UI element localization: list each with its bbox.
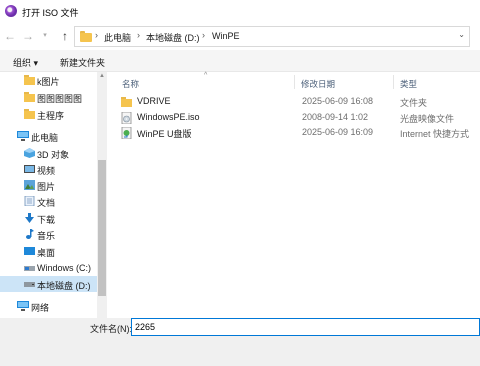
shortcut-icon [121, 126, 132, 140]
address-bar[interactable]: › 此电脑 › 本地磁盘 (D:) › WinPE ⌄ [74, 26, 470, 47]
filename-input[interactable] [131, 318, 480, 336]
music-icon [24, 229, 35, 239]
command-bar: 组织 ▾ 新建文件夹 [0, 50, 480, 72]
drive-icon [24, 263, 35, 273]
folder-icon [80, 31, 92, 42]
sidebar-item-label: 音乐 [37, 231, 56, 241]
breadcrumb-winpe[interactable]: WinPE [212, 31, 240, 41]
iso-file-icon [121, 111, 132, 125]
sidebar-item-network[interactable]: 网络 [0, 298, 97, 314]
sidebar-item-drive-d[interactable]: 本地磁盘 (D:) [0, 276, 97, 292]
sidebar-item-label: 本地磁盘 (D:) [37, 281, 91, 291]
address-dropdown-icon[interactable]: ⌄ [458, 30, 465, 39]
sidebar-item-label: 图图图图图 [37, 94, 83, 104]
sidebar-item-pictures[interactable]: 图片 [0, 177, 97, 193]
file-date: 2025-06-09 16:09 [302, 127, 374, 137]
recent-locations-button[interactable]: ▾ [38, 29, 52, 43]
back-button[interactable]: ← [3, 29, 17, 43]
sidebar-item-label: k图片 [37, 77, 60, 87]
breadcrumb-separator: › [95, 30, 98, 40]
breadcrumb-this-pc[interactable]: 此电脑 [104, 31, 131, 44]
file-date: 2025-06-09 16:08 [302, 96, 374, 106]
chevron-down-icon: ▾ [43, 32, 47, 39]
file-row[interactable]: WindowsPE.iso 2008-09-14 1:02 光盘映像文件 [116, 110, 476, 126]
desktop-icon [24, 246, 35, 256]
sidebar-item-label: 视频 [37, 166, 56, 176]
file-type: 光盘映像文件 [400, 114, 455, 124]
sort-ascending-icon: ^ [204, 72, 208, 79]
sidebar-item-label: 主程序 [37, 111, 65, 121]
scrollbar-thumb[interactable] [98, 160, 106, 296]
file-date: 2008-09-14 1:02 [302, 112, 369, 122]
arrow-right-icon: → [22, 29, 34, 43]
sidebar-item-downloads[interactable]: 下载 [0, 210, 97, 226]
navigation-pane: k图片 图图图图图 主程序 此电脑 3D 对象 视频 图片 文档 下载 音乐 桌… [0, 72, 107, 318]
sidebar-item-label: 3D 对象 [37, 150, 70, 160]
filename-panel: 文件名(N): [0, 318, 480, 366]
sidebar-item-desktop[interactable]: 桌面 [0, 243, 97, 259]
sidebar-item-documents[interactable]: 文档 [0, 193, 97, 209]
forward-button[interactable]: → [21, 29, 35, 43]
breadcrumb-separator: › [137, 30, 140, 40]
column-header-type[interactable]: 类型 [400, 78, 417, 90]
sidebar-item-label: 此电脑 [31, 133, 59, 143]
arrow-up-icon: ↑ [62, 29, 68, 43]
new-folder-button[interactable]: 新建文件夹 [60, 56, 105, 69]
file-row[interactable]: WinPE U盘版 2025-06-09 16:09 Internet 快捷方式 [116, 125, 476, 141]
drive-icon [24, 279, 35, 289]
folder-icon [24, 92, 35, 102]
folder-icon [24, 109, 35, 119]
sidebar-item-this-pc[interactable]: 此电脑 [0, 128, 97, 144]
window-title: 打开 ISO 文件 [22, 8, 79, 18]
video-icon [24, 164, 35, 174]
sidebar-scrollbar[interactable]: ▲ [97, 72, 107, 318]
organize-button[interactable]: 组织 ▾ [13, 56, 38, 69]
column-header-name[interactable]: 名称 [122, 78, 139, 90]
file-list: ^ 名称 修改日期 类型 VDRIVE 2025-06-09 16:08 文件夹… [108, 72, 480, 318]
file-row[interactable]: VDRIVE 2025-06-09 16:08 文件夹 [116, 94, 476, 110]
up-button[interactable]: ↑ [58, 29, 72, 43]
pictures-icon [24, 180, 35, 190]
sidebar-item-3d-objects[interactable]: 3D 对象 [0, 145, 97, 161]
sidebar-item-label: Windows (C:) [37, 263, 92, 273]
column-header-date[interactable]: 修改日期 [301, 78, 335, 90]
navigation-bar: ← → ▾ ↑ › 此电脑 › 本地磁盘 (D:) › WinPE ⌄ [0, 22, 480, 50]
filename-label: 文件名(N): [90, 324, 132, 334]
file-name: VDRIVE [137, 96, 171, 106]
sidebar-item-drive-c[interactable]: Windows (C:) [0, 260, 97, 276]
title-bar: 打开 ISO 文件 [0, 0, 480, 22]
file-name: WinPE U盘版 [137, 129, 192, 139]
computer-icon [17, 131, 29, 141]
arrow-left-icon: ← [4, 29, 16, 43]
3d-objects-icon [24, 148, 35, 158]
breadcrumb-separator: › [202, 30, 205, 40]
file-name: WindowsPE.iso [137, 112, 200, 122]
network-icon [17, 301, 29, 311]
folder-icon [121, 96, 132, 108]
documents-icon [24, 195, 35, 207]
download-icon [24, 213, 35, 223]
file-type: 文件夹 [400, 98, 428, 108]
sidebar-item-videos[interactable]: 视频 [0, 161, 97, 177]
folder-icon [24, 75, 35, 85]
sidebar-item-main-program[interactable]: 主程序 [0, 106, 97, 122]
sidebar-item-label: 下载 [37, 215, 56, 225]
column-divider[interactable] [294, 75, 295, 89]
file-type: Internet 快捷方式 [400, 129, 470, 139]
sidebar-item-label: 图片 [37, 182, 56, 192]
breadcrumb-drive-d[interactable]: 本地磁盘 (D:) [146, 31, 200, 44]
sidebar-item-music[interactable]: 音乐 [0, 226, 97, 242]
sidebar-item-folder[interactable]: 图图图图图 [0, 89, 97, 105]
sidebar-item-label: 文档 [37, 198, 56, 208]
scroll-up-icon[interactable]: ▲ [99, 73, 105, 79]
sidebar-item-k-pictures[interactable]: k图片 [0, 72, 97, 88]
app-icon [5, 5, 17, 17]
column-divider[interactable] [393, 75, 394, 89]
sidebar-item-label: 网络 [31, 303, 50, 313]
sidebar-item-label: 桌面 [37, 248, 56, 258]
